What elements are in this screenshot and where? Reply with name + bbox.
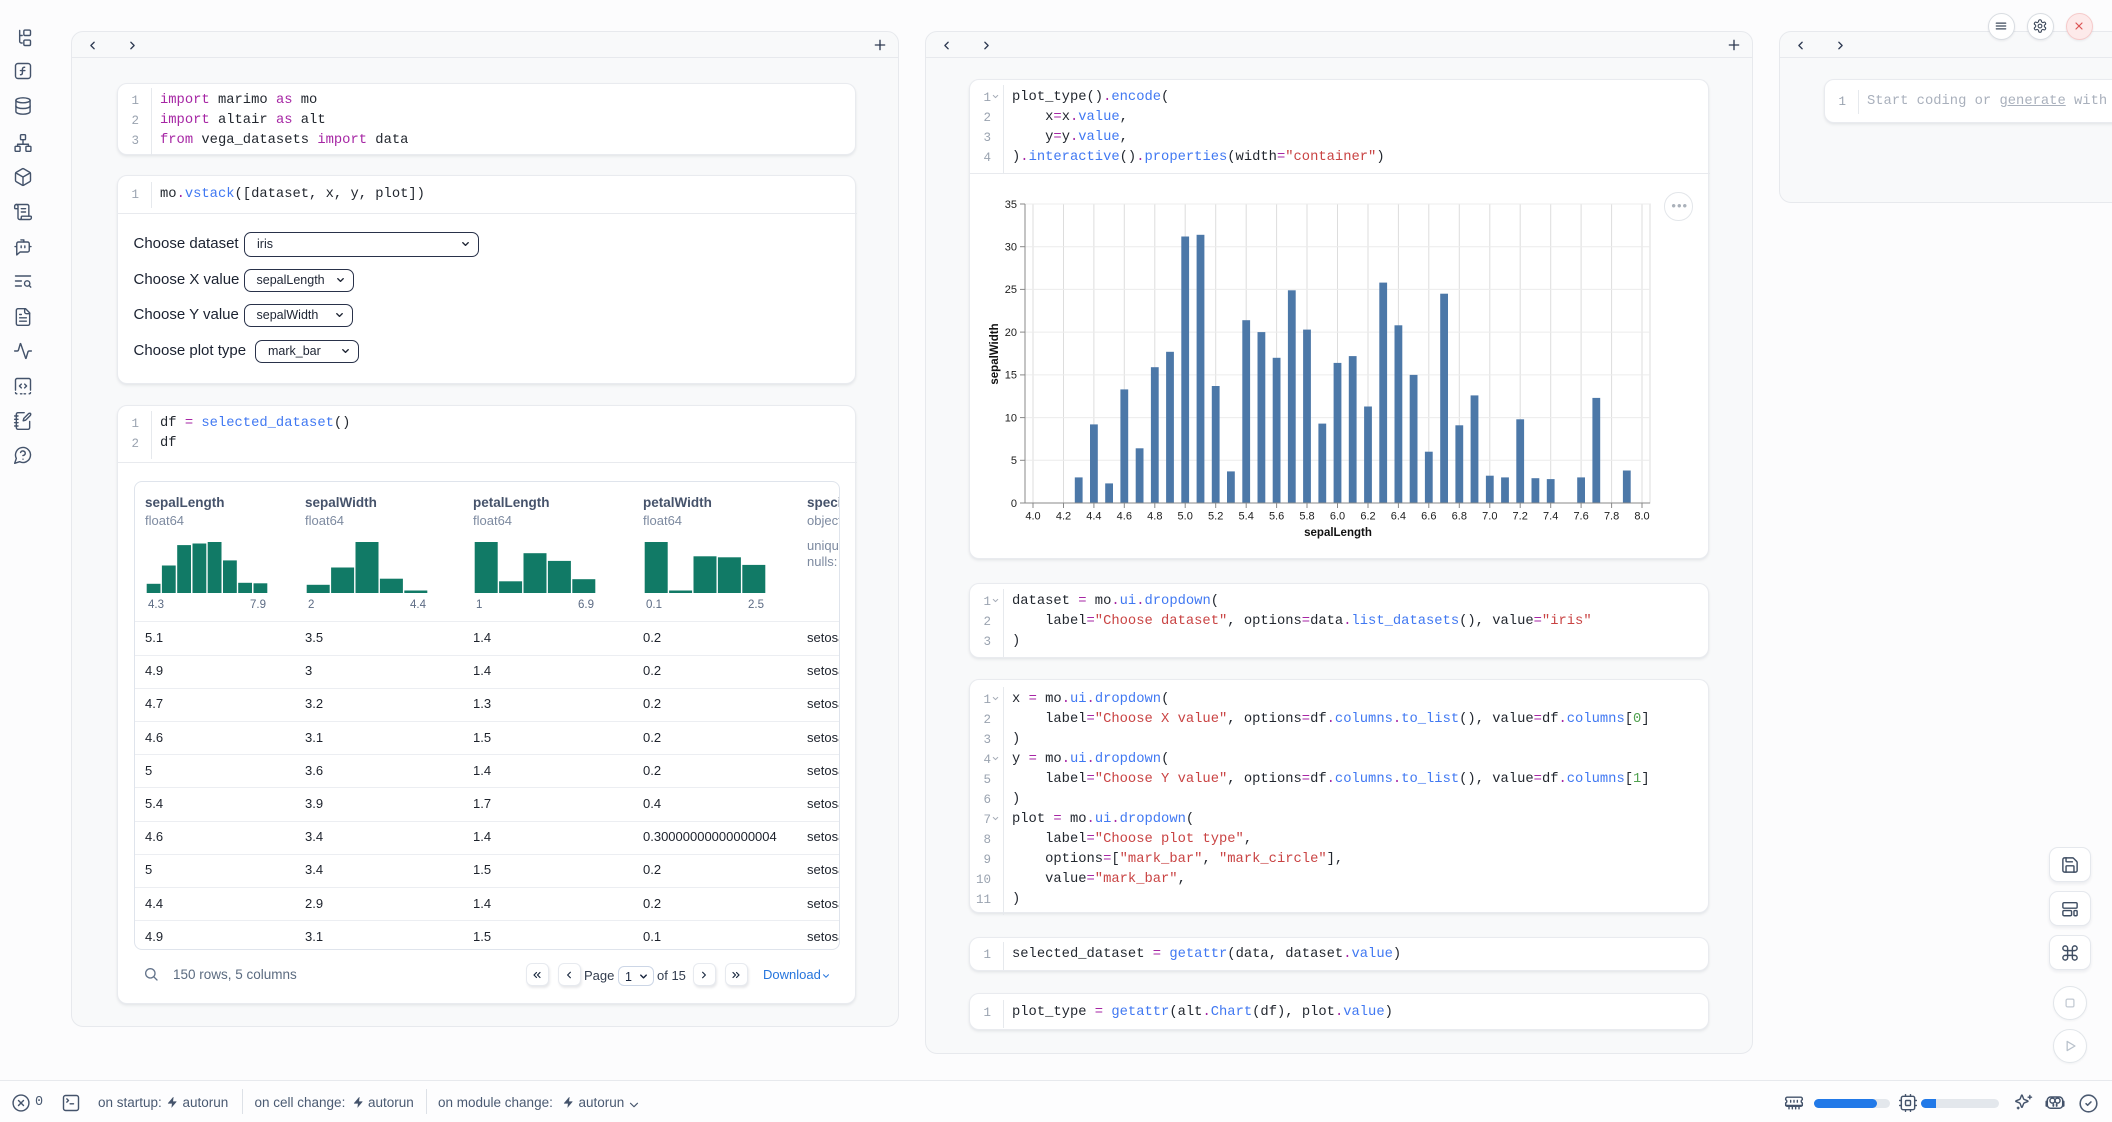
svg-text:6.4: 6.4 xyxy=(1391,511,1406,523)
svg-text:4.8: 4.8 xyxy=(1147,511,1162,523)
svg-text:sepalWidth: sepalWidth xyxy=(989,323,1001,384)
svg-text:5.2: 5.2 xyxy=(1208,511,1223,523)
svg-text:5: 5 xyxy=(1011,455,1017,467)
svg-text:4.0: 4.0 xyxy=(1025,511,1040,523)
svg-text:7.8: 7.8 xyxy=(1604,511,1619,523)
svg-text:25: 25 xyxy=(1005,284,1017,296)
svg-text:5.6: 5.6 xyxy=(1269,511,1284,523)
svg-text:6.0: 6.0 xyxy=(1330,511,1345,523)
svg-text:4.4: 4.4 xyxy=(1086,511,1101,523)
svg-text:4.2: 4.2 xyxy=(1056,511,1071,523)
svg-text:20: 20 xyxy=(1005,327,1017,339)
svg-text:sepalLength: sepalLength xyxy=(1304,527,1372,539)
svg-text:30: 30 xyxy=(1005,242,1017,254)
svg-text:5.0: 5.0 xyxy=(1178,511,1193,523)
svg-text:10: 10 xyxy=(1005,412,1017,424)
svg-text:7.6: 7.6 xyxy=(1573,511,1588,523)
svg-text:5.4: 5.4 xyxy=(1239,511,1254,523)
svg-text:7.4: 7.4 xyxy=(1543,511,1558,523)
svg-text:7.2: 7.2 xyxy=(1513,511,1528,523)
svg-text:6.8: 6.8 xyxy=(1452,511,1467,523)
svg-text:7.0: 7.0 xyxy=(1482,511,1497,523)
svg-text:4.6: 4.6 xyxy=(1117,511,1132,523)
svg-text:15: 15 xyxy=(1005,370,1017,382)
svg-text:35: 35 xyxy=(1005,199,1017,211)
svg-text:8.0: 8.0 xyxy=(1634,511,1649,523)
svg-text:6.6: 6.6 xyxy=(1421,511,1436,523)
svg-text:6.2: 6.2 xyxy=(1360,511,1375,523)
svg-text:0: 0 xyxy=(1011,498,1017,510)
svg-text:5.8: 5.8 xyxy=(1299,511,1314,523)
